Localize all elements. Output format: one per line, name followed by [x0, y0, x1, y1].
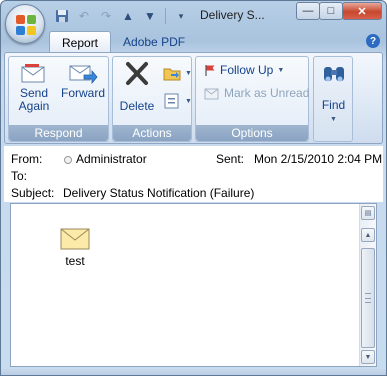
- send-again-label-2: Again: [18, 99, 50, 113]
- scroll-grip: [365, 293, 371, 303]
- other-actions-icon: [164, 93, 179, 109]
- ribbon: Send Again Forward Respond Delete ▼ ▼ Ac…: [4, 52, 383, 144]
- message-body[interactable]: test ▤ ▲ ▼: [10, 203, 377, 367]
- chevron-down-icon: ▼: [330, 116, 337, 123]
- scroll-up-button[interactable]: ▲: [361, 228, 375, 242]
- find-label: Find: [321, 98, 346, 112]
- subject-label: Subject:: [11, 186, 55, 200]
- office-logo-icon: [16, 15, 36, 35]
- undo-icon[interactable]: ↶: [75, 7, 93, 25]
- qat-separator: [165, 8, 166, 24]
- chevron-down-icon: ▼: [277, 66, 285, 74]
- group-options: Follow Up ▼ Mark as Unread Options: [195, 56, 309, 142]
- to-label: To:: [11, 169, 28, 183]
- delete-icon: [126, 62, 148, 85]
- find-button[interactable]: Find ▼: [317, 61, 350, 123]
- presence-icon: [64, 155, 72, 164]
- group-respond-label: Respond: [9, 125, 108, 141]
- redo-icon[interactable]: ↷: [97, 7, 115, 25]
- sent-value: Mon 2/15/2010 2:04 PM: [254, 152, 383, 166]
- window-title: Delivery S...: [200, 8, 265, 22]
- next-item-icon[interactable]: ▼: [141, 7, 159, 25]
- from-label: From:: [11, 152, 43, 166]
- mark-unread-icon: [204, 88, 219, 99]
- mark-as-unread-label: Mark as Unread: [224, 86, 310, 100]
- envelope-icon: [60, 228, 90, 250]
- quick-access-toolbar: ↶ ↷ ▲ ▼ ▾: [53, 6, 190, 26]
- message-window: ↶ ↷ ▲ ▼ ▾ Delivery S... — □ ✕ Report Ado…: [0, 0, 387, 376]
- tab-adobe-pdf[interactable]: Adobe PDF: [111, 31, 197, 53]
- help-icon[interactable]: ?: [366, 34, 380, 48]
- scrollbar-thumb[interactable]: [361, 248, 375, 348]
- minimize-button[interactable]: —: [296, 2, 320, 20]
- chevron-down-icon: ▼: [185, 97, 192, 105]
- follow-up-button[interactable]: Follow Up ▼: [204, 63, 284, 77]
- flag-icon: [205, 65, 215, 76]
- mark-as-unread-button[interactable]: Mark as Unread: [204, 86, 309, 100]
- tab-report[interactable]: Report: [49, 31, 112, 53]
- save-icon[interactable]: [53, 7, 71, 25]
- forward-button[interactable]: Forward: [59, 61, 107, 100]
- ribbon-tabs: Report Adobe PDF: [49, 31, 197, 53]
- forward-label: Forward: [60, 86, 105, 100]
- window-bottom-frame: [1, 369, 386, 375]
- attachment-item[interactable]: test: [55, 228, 95, 268]
- move-folder-icon: [163, 68, 181, 81]
- group-options-label: Options: [196, 125, 308, 141]
- from-value[interactable]: Administrator: [64, 152, 147, 166]
- from-name: Administrator: [76, 152, 147, 166]
- office-button[interactable]: [5, 4, 45, 44]
- delete-label: Delete: [119, 99, 155, 113]
- group-find: Find ▼: [313, 56, 353, 142]
- close-button[interactable]: ✕: [342, 2, 382, 20]
- previous-item-icon[interactable]: ▲: [119, 7, 137, 25]
- group-actions-label: Actions: [113, 125, 191, 141]
- forward-icon: [69, 65, 98, 85]
- message-header: From: Administrator Sent: Mon 2/15/2010 …: [4, 146, 383, 202]
- move-to-folder-button[interactable]: ▼: [163, 65, 192, 81]
- group-actions: Delete ▼ ▼ Actions: [112, 56, 192, 142]
- other-actions-button[interactable]: ▼: [163, 93, 192, 109]
- follow-up-label: Follow Up: [220, 63, 274, 77]
- customize-qat-icon[interactable]: ▾: [172, 7, 190, 25]
- attachment-name: test: [65, 254, 85, 268]
- window-controls: — □ ✕: [296, 2, 382, 20]
- restore-button[interactable]: □: [319, 2, 343, 20]
- send-again-button[interactable]: Send Again: [13, 61, 55, 113]
- scroll-down-button[interactable]: ▼: [361, 350, 375, 364]
- vertical-scrollbar[interactable]: ▤ ▲ ▼: [359, 204, 376, 366]
- title-bar: ↶ ↷ ▲ ▼ ▾ Delivery S... — □ ✕: [1, 1, 386, 31]
- sent-label: Sent:: [216, 152, 245, 166]
- binoculars-icon: [323, 67, 344, 82]
- subject-value: Delivery Status Notification (Failure): [63, 186, 255, 200]
- send-again-icon: [21, 64, 45, 83]
- delete-button[interactable]: Delete: [115, 61, 159, 113]
- group-respond: Send Again Forward Respond: [8, 56, 109, 142]
- chevron-down-icon: ▼: [185, 69, 192, 77]
- reading-pane-toggle-icon[interactable]: ▤: [361, 206, 375, 220]
